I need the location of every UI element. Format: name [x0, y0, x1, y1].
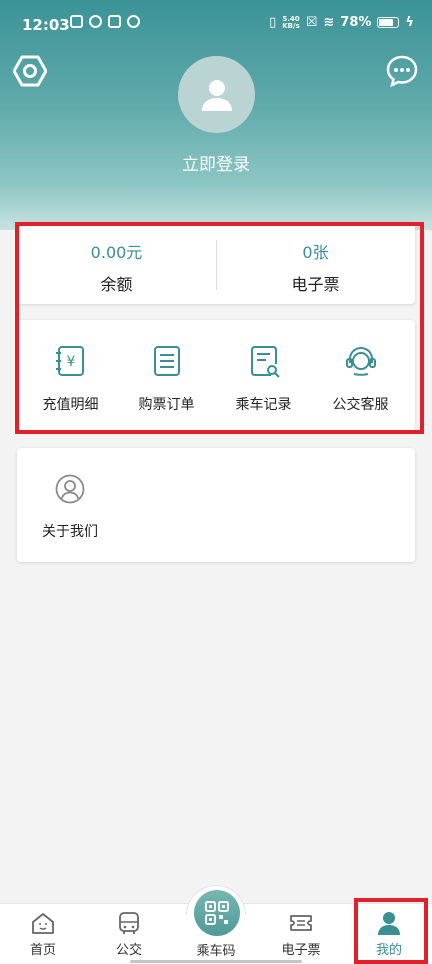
wifi-icon: ≋	[323, 15, 335, 30]
charging-icon: ϟ	[405, 15, 414, 30]
tiktok-icon	[108, 15, 121, 28]
battery-icon	[377, 17, 400, 28]
settings-hex-icon	[12, 55, 48, 87]
message-button[interactable]	[386, 55, 418, 88]
house-icon	[32, 913, 54, 934]
tab-label: 公交	[115, 943, 142, 958]
tab-home[interactable]: 首页	[0, 904, 86, 964]
status-time: 12:03	[22, 16, 70, 34]
tab-label: 电子票	[281, 943, 321, 958]
avatar[interactable]	[178, 56, 255, 133]
tab-label[interactable]: 乘车码	[186, 940, 246, 959]
status-bar: 12:03 ▯ 5.40 KB/s ☒ ≋ 78% ϟ	[0, 0, 432, 44]
no-sim-icon: ☒	[305, 15, 318, 30]
chat-bubble-icon	[386, 55, 418, 88]
app-notification-icon	[70, 15, 83, 28]
ticket-icon	[290, 915, 312, 931]
tab-eticket[interactable]: 电子票	[258, 904, 344, 964]
about-us-label: 关于我们	[42, 524, 98, 540]
net-speed: 5.40 KB/s	[282, 15, 300, 30]
qr-code-icon	[205, 901, 229, 925]
app-notification-icon	[127, 15, 140, 28]
login-link[interactable]: 立即登录	[0, 150, 432, 175]
net-speed-unit: KB/s	[282, 21, 300, 30]
tab-label: 首页	[29, 943, 56, 958]
app-notification-icon	[89, 15, 102, 28]
about-us-card[interactable]: 关于我们	[17, 448, 415, 562]
highlight-box	[354, 898, 428, 964]
tab-qr-code[interactable]	[194, 890, 240, 936]
tab-bus[interactable]: 公交	[86, 904, 172, 964]
battery-percent: 78%	[340, 15, 372, 30]
home-indicator[interactable]	[130, 960, 302, 963]
highlight-box	[15, 222, 424, 434]
user-silhouette-icon	[201, 79, 232, 111]
vibrate-icon: ▯	[269, 15, 277, 30]
user-circle-icon	[55, 474, 85, 504]
settings-button[interactable]	[12, 54, 48, 88]
status-right: ▯ 5.40 KB/s ☒ ≋ 78% ϟ	[269, 15, 414, 30]
bus-icon	[119, 912, 139, 934]
notification-icons	[70, 15, 140, 28]
